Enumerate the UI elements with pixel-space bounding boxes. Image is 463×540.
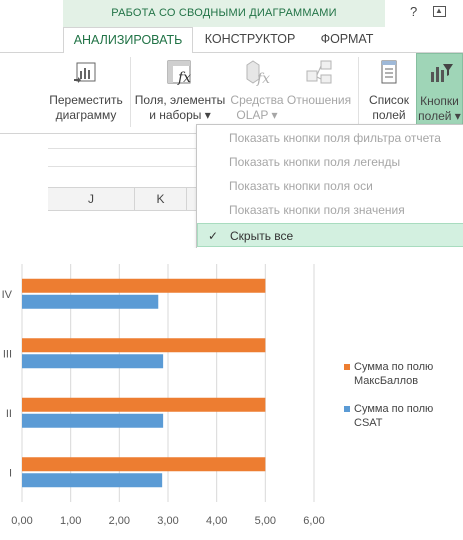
x-tick-label: 1,00: [60, 515, 81, 527]
chart-legend: Сумма по полю МаксБаллов Сумма по полю C…: [344, 360, 463, 444]
field-list-label-2: полей: [372, 108, 406, 122]
bar-csat: [22, 354, 164, 369]
bar-max-score: [22, 338, 266, 353]
field-buttons-label-1: Кнопки: [420, 94, 459, 108]
field-buttons-icon: [424, 58, 456, 90]
field-buttons-button[interactable]: Кнопки полей ▾: [416, 53, 463, 125]
field-list-icon: [373, 57, 405, 89]
menu-item-show-value-buttons[interactable]: Показать кнопки поля значения: [197, 198, 463, 222]
ribbon-separator: [358, 57, 359, 127]
field-list-label-1: Список: [369, 93, 409, 107]
field-buttons-menu: Показать кнопки поля фильтра отчета Пока…: [196, 124, 463, 250]
legend-label-csat: Сумма по полю CSAT: [354, 403, 434, 429]
menu-item-show-legend-buttons[interactable]: Показать кнопки поля легенды: [197, 150, 463, 174]
olap-label-1: Средства: [230, 93, 284, 107]
move-chart-label-2: диаграмму: [55, 108, 117, 122]
context-tab-title: РАБОТА СО СВОДНЫМИ ДИАГРАММАМИ: [63, 0, 385, 27]
tab-analyze[interactable]: АНАЛИЗИРОВАТЬ: [63, 27, 193, 54]
x-tick-label: 5,00: [255, 515, 276, 527]
ribbon-display-options-icon[interactable]: ▲: [432, 5, 446, 17]
move-chart-label-1: Переместить: [49, 93, 123, 107]
ribbon-separator: [130, 57, 131, 127]
y-category-label: I: [9, 467, 12, 479]
legend-swatch-orange: [344, 364, 350, 370]
legend-item-csat: Сумма по полю CSAT: [344, 402, 463, 430]
ribbon-tabs: АНАЛИЗИРОВАТЬ КОНСТРУКТОР ФОРМАТ: [0, 27, 463, 54]
x-tick-label: 4,00: [206, 515, 227, 527]
column-headers: J K: [48, 187, 200, 211]
formula-bar-area: [0, 134, 200, 190]
move-chart-button[interactable]: Переместить диаграмму: [44, 53, 128, 123]
relationships-button[interactable]: Отношения: [285, 53, 353, 108]
check-icon: ✓: [208, 229, 219, 243]
fields-fx-icon: fx: [164, 57, 196, 89]
fields-items-label-2: и наборы ▾: [149, 108, 211, 122]
olap-icon: fx: [241, 57, 273, 89]
y-category-label: IV: [2, 289, 13, 301]
y-category-label: III: [3, 348, 12, 360]
olap-label-2: OLAP ▾: [236, 108, 278, 122]
column-header-j[interactable]: J: [48, 188, 135, 210]
y-category-label: II: [6, 408, 12, 420]
relationships-label: Отношения: [286, 93, 352, 107]
bar-max-score: [22, 278, 266, 293]
column-header-k[interactable]: K: [135, 188, 187, 210]
menu-item-hide-all[interactable]: ✓ Скрыть все: [197, 223, 463, 247]
menu-item-hide-all-label: Скрыть все: [230, 229, 294, 243]
relationships-icon: [303, 57, 335, 89]
bar-max-score: [22, 397, 266, 412]
pivot-chart[interactable]: 0,00 1,00 2,00 3,00 4,00 5,00 6,00 I II III IV Сум…: [0, 248, 463, 540]
sheet-gridline: [48, 166, 200, 167]
fields-items-label-1: Поля, элементы: [134, 93, 226, 107]
tab-format[interactable]: ФОРМАТ: [312, 27, 382, 52]
move-chart-icon: [70, 57, 102, 89]
bar-max-score: [22, 457, 266, 472]
field-list-button[interactable]: Список полей: [364, 53, 414, 123]
x-tick-label: 2,00: [109, 515, 130, 527]
fields-items-sets-button[interactable]: fx Поля, элементы и наборы ▾: [134, 53, 226, 123]
sheet-gridline: [48, 148, 200, 149]
svg-text:fx: fx: [256, 71, 270, 87]
menu-item-show-axis-buttons[interactable]: Показать кнопки поля оси: [197, 174, 463, 198]
x-tick-label: 0,00: [11, 515, 32, 527]
svg-text:fx: fx: [177, 70, 191, 86]
legend-item-max-score: Сумма по полю МаксБаллов: [344, 360, 463, 388]
ribbon-body: Переместить диаграмму fx Поля, элементы …: [0, 53, 463, 134]
x-tick-label: 3,00: [157, 515, 178, 527]
legend-label-max-score: Сумма по полю МаксБаллов: [354, 361, 434, 387]
bar-csat: [22, 413, 164, 428]
field-buttons-label-2: полей ▾: [418, 109, 461, 123]
menu-item-show-report-filter-buttons[interactable]: Показать кнопки поля фильтра отчета: [197, 126, 463, 150]
help-button[interactable]: ?: [410, 4, 417, 19]
bar-csat: [22, 294, 159, 309]
x-tick-label: 6,00: [303, 515, 324, 527]
bar-csat: [22, 473, 163, 488]
legend-swatch-blue: [344, 406, 350, 412]
title-strip: РАБОТА СО СВОДНЫМИ ДИАГРАММАМИ ? ▲: [0, 0, 463, 27]
tab-design[interactable]: КОНСТРУКТОР: [200, 27, 300, 52]
olap-tools-button[interactable]: fx Средства OLAP ▾: [228, 53, 286, 123]
